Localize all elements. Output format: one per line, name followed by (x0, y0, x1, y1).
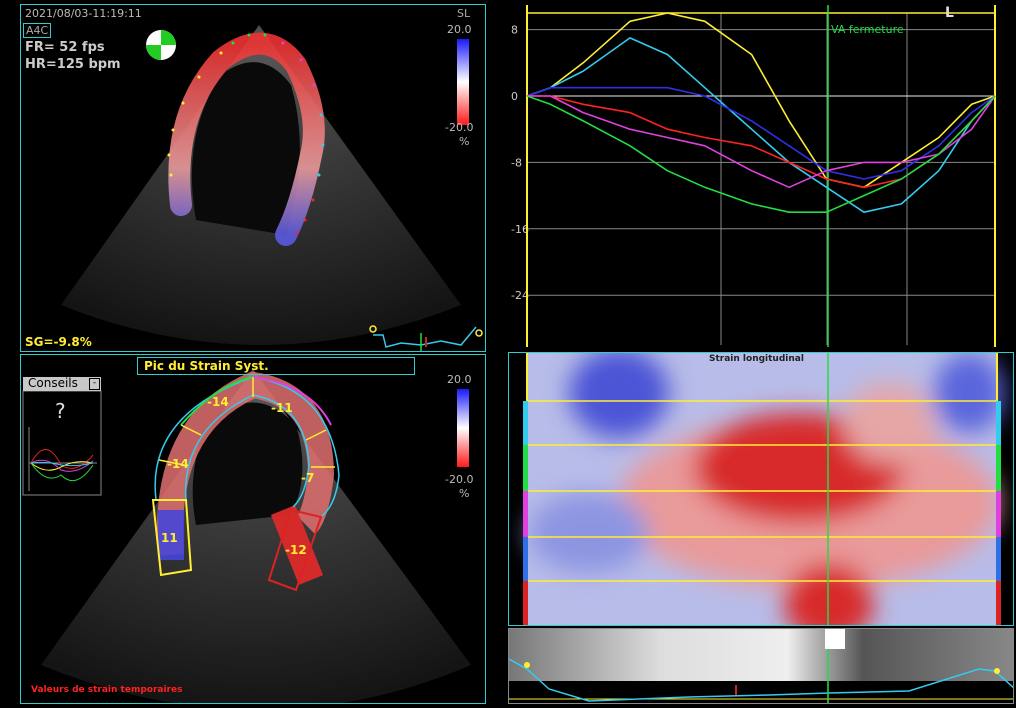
y-tick-label: 0 (511, 90, 518, 103)
mmode-strip (509, 629, 1013, 703)
strain-curve-0 (526, 12, 996, 189)
strain-heatmap (523, 353, 1004, 625)
frame-rate: FR= 52 fps (25, 40, 105, 55)
segment-value-mid-lateral: -7 (301, 471, 315, 485)
segment-scale-min: -20.0 (445, 473, 474, 486)
peak-strain-title: Pic du Strain Syst. (144, 359, 269, 373)
global-strain: SG=-9.8% (25, 335, 92, 349)
help-icon[interactable]: ? (55, 399, 66, 423)
conseils-tab[interactable]: Conseils - (23, 376, 101, 391)
segment-value-basal-septal: -14 (207, 395, 229, 409)
segment-scale-unit: % (459, 487, 470, 500)
strain-footer-note: Valeurs de strain temporaires (31, 685, 183, 695)
peak-strain-title-box: Pic du Strain Syst. (137, 357, 415, 375)
segment-scale-max: 20.0 (447, 373, 472, 386)
segment-value-mid-septal: -14 (167, 457, 189, 471)
strain-curve-3 (527, 95, 996, 189)
segment-echo-image (22, 369, 471, 703)
timestamp: 2021/08/03-11:19:11 (25, 7, 142, 20)
scale-unit: % (459, 135, 470, 148)
segment-color-scale (457, 389, 469, 467)
strain-curve-5 (526, 95, 996, 213)
segment-view-panel: Pic du Strain Syst. Conseils - ? 20.0 -2… (20, 354, 486, 704)
heart-rate: HR=125 bpm (25, 57, 121, 72)
valve-closure-label: VA fermeture (831, 23, 904, 36)
segment-value-apical-lateral: -11 (271, 401, 293, 415)
conseils-label: Conseils (28, 376, 78, 390)
strain-color-scale (457, 39, 469, 125)
strain-curve-2 (526, 86, 996, 180)
lead-label: L (945, 5, 954, 21)
mmode-strip-panel (508, 628, 1014, 704)
y-tick-label: -8 (511, 156, 522, 169)
y-tick-label: 8 (511, 24, 518, 37)
scale-max: 20.0 (447, 23, 472, 36)
scale-min: -20.0 (445, 121, 474, 134)
strain-curve-chart: 80-8-16-24 (511, 5, 996, 347)
strain-curve-1 (526, 37, 996, 213)
view-label: A4C (23, 23, 52, 38)
strain-curve-panel: 8 0 -8 -16 -24 L VA fermeture (508, 4, 1014, 348)
strain-heatmap-panel: Strain longitudinal (508, 352, 1014, 626)
segment-value-basal-inferior: 11 (161, 531, 178, 545)
strain-curve-4 (527, 95, 996, 189)
segment-value-basal-lateral: -12 (285, 543, 307, 557)
conseils-collapse-icon[interactable]: - (89, 378, 100, 390)
heatmap-title: Strain longitudinal (709, 354, 804, 364)
mode-label: SL (457, 7, 471, 20)
echo-view-panel: 2021/08/03-11:19:11 A4C FR= 52 fps HR=12… (20, 4, 486, 352)
